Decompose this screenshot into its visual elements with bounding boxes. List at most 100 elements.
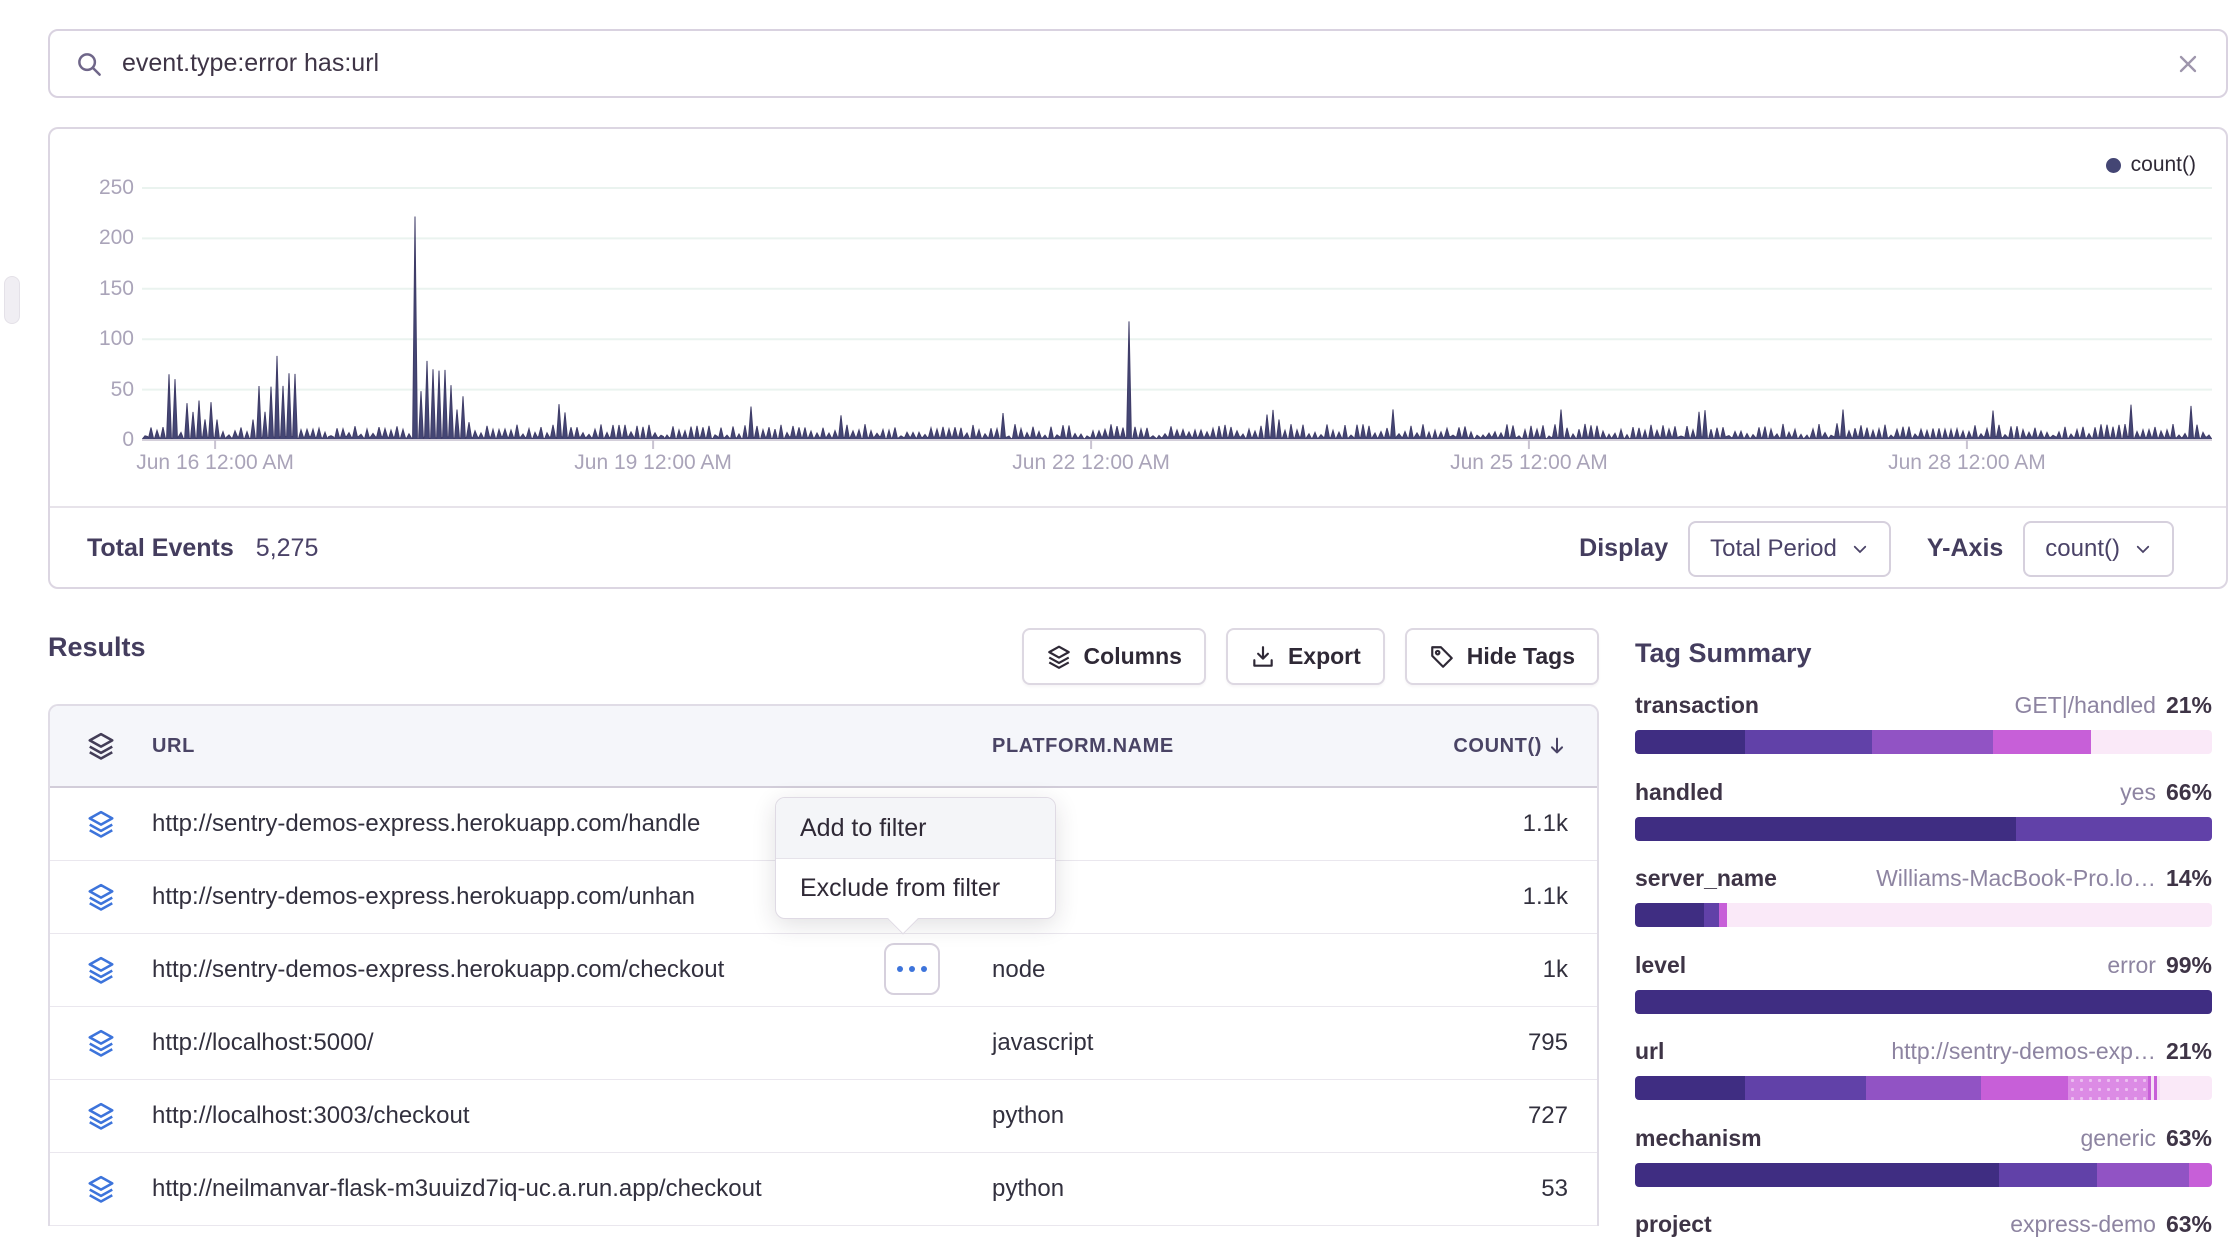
tag-distribution-bar[interactable]: [1635, 817, 2212, 841]
tag-bar-segment[interactable]: [1993, 730, 2091, 754]
tag-top-value: error: [2107, 952, 2156, 979]
tag-bar-segment[interactable]: [1999, 1163, 2097, 1187]
search-input[interactable]: [122, 49, 2174, 78]
cell-url[interactable]: http://localhost:5000/: [152, 1029, 992, 1057]
cell-count: 1.1k: [1412, 883, 1597, 911]
tag-name[interactable]: level: [1635, 952, 1686, 979]
cell-platform[interactable]: javascript: [992, 1029, 1412, 1057]
layers-icon[interactable]: [50, 955, 152, 985]
menu-item-exclude-from-filter[interactable]: Exclude from filter: [776, 858, 1055, 918]
tag-summary-heading: Tag Summary: [1635, 638, 1812, 669]
tag-bar-segment[interactable]: [1704, 903, 1718, 927]
tag-bar-segment[interactable]: [1872, 730, 1993, 754]
yaxis-dropdown-value: count(): [2045, 535, 2120, 563]
chevron-down-icon: [2134, 540, 2152, 558]
tag-bar-segment[interactable]: [2097, 1163, 2189, 1187]
tag-entry-mechanism: mechanism generic 63%: [1635, 1125, 2212, 1187]
export-button[interactable]: Export: [1226, 628, 1385, 685]
tag-top-percent: 63%: [2166, 1211, 2212, 1238]
x-axis-tick-label: Jun 22 12:00 AM: [981, 451, 1201, 475]
menu-item-add-to-filter[interactable]: Add to filter: [776, 798, 1055, 858]
cell-actions-button[interactable]: [884, 943, 940, 995]
cell-count: 1k: [1412, 956, 1597, 984]
cell-count: 727: [1412, 1102, 1597, 1130]
tag-top-value: http://sentry-demos-exp…: [1891, 1038, 2156, 1065]
tag-distribution-bar[interactable]: [1635, 1163, 2212, 1187]
cell-platform[interactable]: node: [992, 956, 1412, 984]
tag-name[interactable]: handled: [1635, 779, 1723, 806]
tag-bar-segment[interactable]: [2016, 817, 2212, 841]
tag-bar-segment[interactable]: [2148, 1076, 2160, 1100]
tag-bar-segment[interactable]: [1635, 903, 1704, 927]
tag-bar-segment[interactable]: [1635, 817, 2016, 841]
tag-entry-server_name: server_nameWilliams-MacBook-Pro.lo…14%: [1635, 865, 2212, 927]
tag-bar-segment[interactable]: [1727, 903, 2212, 927]
results-heading: Results: [48, 632, 146, 663]
download-icon: [1250, 644, 1276, 670]
display-dropdown-value: Total Period: [1710, 535, 1837, 563]
column-header-url[interactable]: URL: [152, 735, 992, 758]
tag-bar-segment[interactable]: [1745, 1076, 1866, 1100]
tag-name[interactable]: url: [1635, 1038, 1664, 1065]
layers-icon[interactable]: [50, 1174, 152, 1204]
y-axis-tick-label: 100: [64, 327, 134, 351]
tag-entry-project: project express-demo 63%: [1635, 1211, 2212, 1238]
tag-bar-segment[interactable]: [1745, 730, 1872, 754]
cell-url[interactable]: http://localhost:3003/checkout: [152, 1102, 992, 1130]
yaxis-label: Y-Axis: [1927, 534, 2003, 563]
display-dropdown[interactable]: Total Period: [1688, 521, 1891, 577]
tag-top-value: generic: [2081, 1125, 2156, 1152]
columns-button[interactable]: Columns: [1022, 628, 1206, 685]
tag-name[interactable]: project: [1635, 1211, 1712, 1238]
cell-url[interactable]: http://neilmanvar-flask-m3uuizd7iq-uc.a.…: [152, 1175, 992, 1203]
panel-resize-handle[interactable]: [4, 276, 20, 324]
cell-url[interactable]: http://sentry-demos-express.herokuapp.co…: [152, 956, 992, 984]
total-events-value: 5,275: [256, 534, 319, 563]
layers-icon: [1046, 644, 1072, 670]
cell-count: 1.1k: [1412, 810, 1597, 838]
events-area-chart[interactable]: [142, 152, 2212, 452]
column-header-platform[interactable]: PLATFORM.NAME: [992, 735, 1412, 758]
tag-distribution-bar[interactable]: [1635, 903, 2212, 927]
tag-bar-segment[interactable]: [2091, 730, 2212, 754]
table-row: http://neilmanvar-flask-m3uuizd7iq-uc.a.…: [50, 1153, 1597, 1226]
tag-top-percent: 21%: [2166, 1038, 2212, 1065]
tag-distribution-bar[interactable]: [1635, 990, 2212, 1014]
cell-platform[interactable]: python: [992, 1175, 1412, 1203]
chart-footer: Total Events 5,275 Display Total Period …: [50, 506, 2226, 589]
clear-search-icon[interactable]: [2174, 50, 2202, 78]
layers-icon[interactable]: [50, 882, 152, 912]
tag-bar-segment[interactable]: [1635, 990, 2212, 1014]
tag-bar-segment[interactable]: [2160, 1076, 2212, 1100]
y-axis-tick-label: 150: [64, 277, 134, 301]
tag-bar-segment[interactable]: [1719, 903, 1728, 927]
hide-tags-button[interactable]: Hide Tags: [1405, 628, 1599, 685]
y-axis-tick-label: 200: [64, 226, 134, 250]
tag-top-value: GET|/handled: [2014, 692, 2156, 719]
tag-icon: [1429, 644, 1455, 670]
layers-icon[interactable]: [50, 809, 152, 839]
tag-top-percent: 63%: [2166, 1125, 2212, 1152]
tag-bar-segment[interactable]: [1866, 1076, 1981, 1100]
column-header-count[interactable]: COUNT(): [1412, 735, 1597, 758]
layers-icon[interactable]: [50, 1101, 152, 1131]
tag-distribution-bar[interactable]: [1635, 1076, 2212, 1100]
tag-bar-segment[interactable]: [2068, 1076, 2149, 1100]
tag-bar-segment[interactable]: [1635, 730, 1745, 754]
tag-bar-segment[interactable]: [1635, 1076, 1745, 1100]
layers-icon[interactable]: [50, 1028, 152, 1058]
tag-name[interactable]: mechanism: [1635, 1125, 1762, 1152]
tag-name[interactable]: transaction: [1635, 692, 1759, 719]
events-chart-panel: count() 050100150200250 Jun 16 12:00 AMJ…: [48, 127, 2228, 589]
tag-top-value: express-demo: [2010, 1211, 2156, 1238]
tag-distribution-bar[interactable]: [1635, 730, 2212, 754]
cell-platform[interactable]: python: [992, 1102, 1412, 1130]
tag-bar-segment[interactable]: [1635, 1163, 1999, 1187]
search-bar: [48, 29, 2228, 98]
tag-name[interactable]: server_name: [1635, 865, 1777, 892]
x-axis-tick-label: Jun 28 12:00 AM: [1857, 451, 2077, 475]
yaxis-dropdown[interactable]: count(): [2023, 521, 2174, 577]
tag-bar-segment[interactable]: [2189, 1163, 2212, 1187]
tag-bar-segment[interactable]: [1981, 1076, 2068, 1100]
table-row: http://localhost:5000/javascript795: [50, 1007, 1597, 1080]
